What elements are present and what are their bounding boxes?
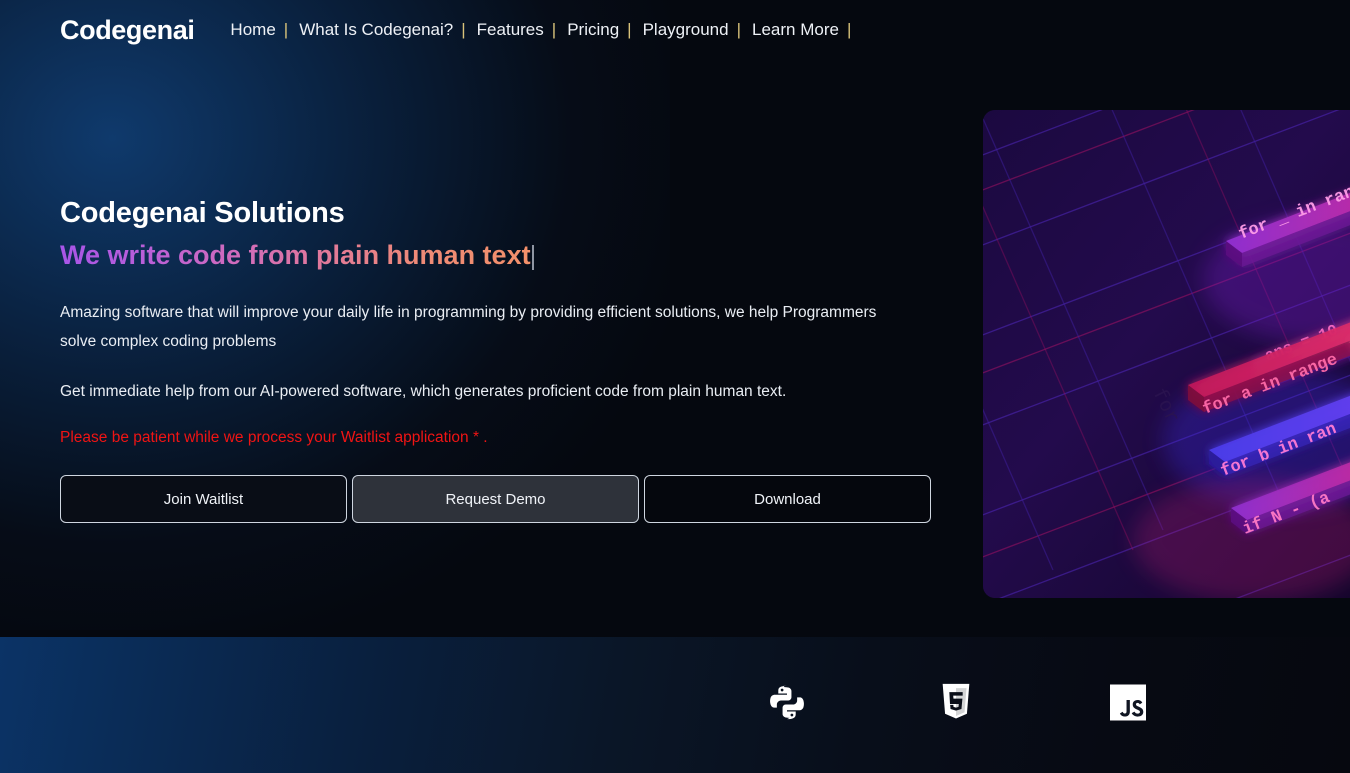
nav-item-what-is-codegenai[interactable]: What Is Codegenai? | [299,20,476,40]
nav-label: Learn More [752,20,839,39]
tech-icon-row [0,637,1350,773]
nav-item-pricing[interactable]: Pricing | [567,20,642,40]
hero-content: Codegenai Solutions We write code from p… [60,196,940,524]
javascript-icon[interactable] [1110,684,1146,726]
nav-links: Home | What Is Codegenai? | Features | P… [230,20,862,40]
navbar: Codegenai Home | What Is Codegenai? | Fe… [0,0,1350,60]
nav-separator-icon: | [461,20,466,39]
text-caret-icon [531,245,534,270]
hero-title: Codegenai Solutions [60,197,345,229]
nav-label: Pricing [567,20,620,39]
nav-item-features[interactable]: Features | [477,20,568,40]
nav-item-home[interactable]: Home | [230,20,299,40]
html5-icon[interactable] [940,683,972,727]
nav-item-playground[interactable]: Playground | [643,20,752,40]
hero-button-row: Join Waitlist Request Demo Download [60,475,940,524]
nav-item-learn-more[interactable]: Learn More | [752,20,862,40]
nav-label: Playground [642,20,729,39]
hero-paragraph-2: Get immediate help from our AI-powered s… [60,383,787,401]
tech-bar [0,637,1350,773]
nav-label: What Is Codegenai? [299,20,454,39]
nav-separator-icon: | [736,20,742,39]
request-demo-button[interactable]: Request Demo [352,475,639,524]
hero-paragraph-1: Amazing software that will improve your … [60,304,877,350]
nav-separator-icon: | [551,20,557,39]
nav-separator-icon: | [627,20,632,39]
hero-subtitle: We write code from plain human text [60,238,940,273]
hero-subtitle-text: We write code from plain human text [60,238,531,273]
nav-separator-icon: | [283,20,289,39]
python-icon[interactable] [768,684,806,727]
nav-separator-icon: | [846,20,852,39]
nav-label: Features [476,20,544,39]
join-waitlist-button[interactable]: Join Waitlist [60,475,347,524]
site-logo[interactable]: Codegenai [60,16,195,44]
waitlist-warning-text: Please be patient while we process your … [60,429,488,447]
download-button[interactable]: Download [644,475,931,524]
page-root: Codegenai Home | What Is Codegenai? | Fe… [0,0,1350,773]
nav-label: Home [230,20,276,39]
hero-image: for _ in ran ans = 10 for a in range [983,110,1350,598]
